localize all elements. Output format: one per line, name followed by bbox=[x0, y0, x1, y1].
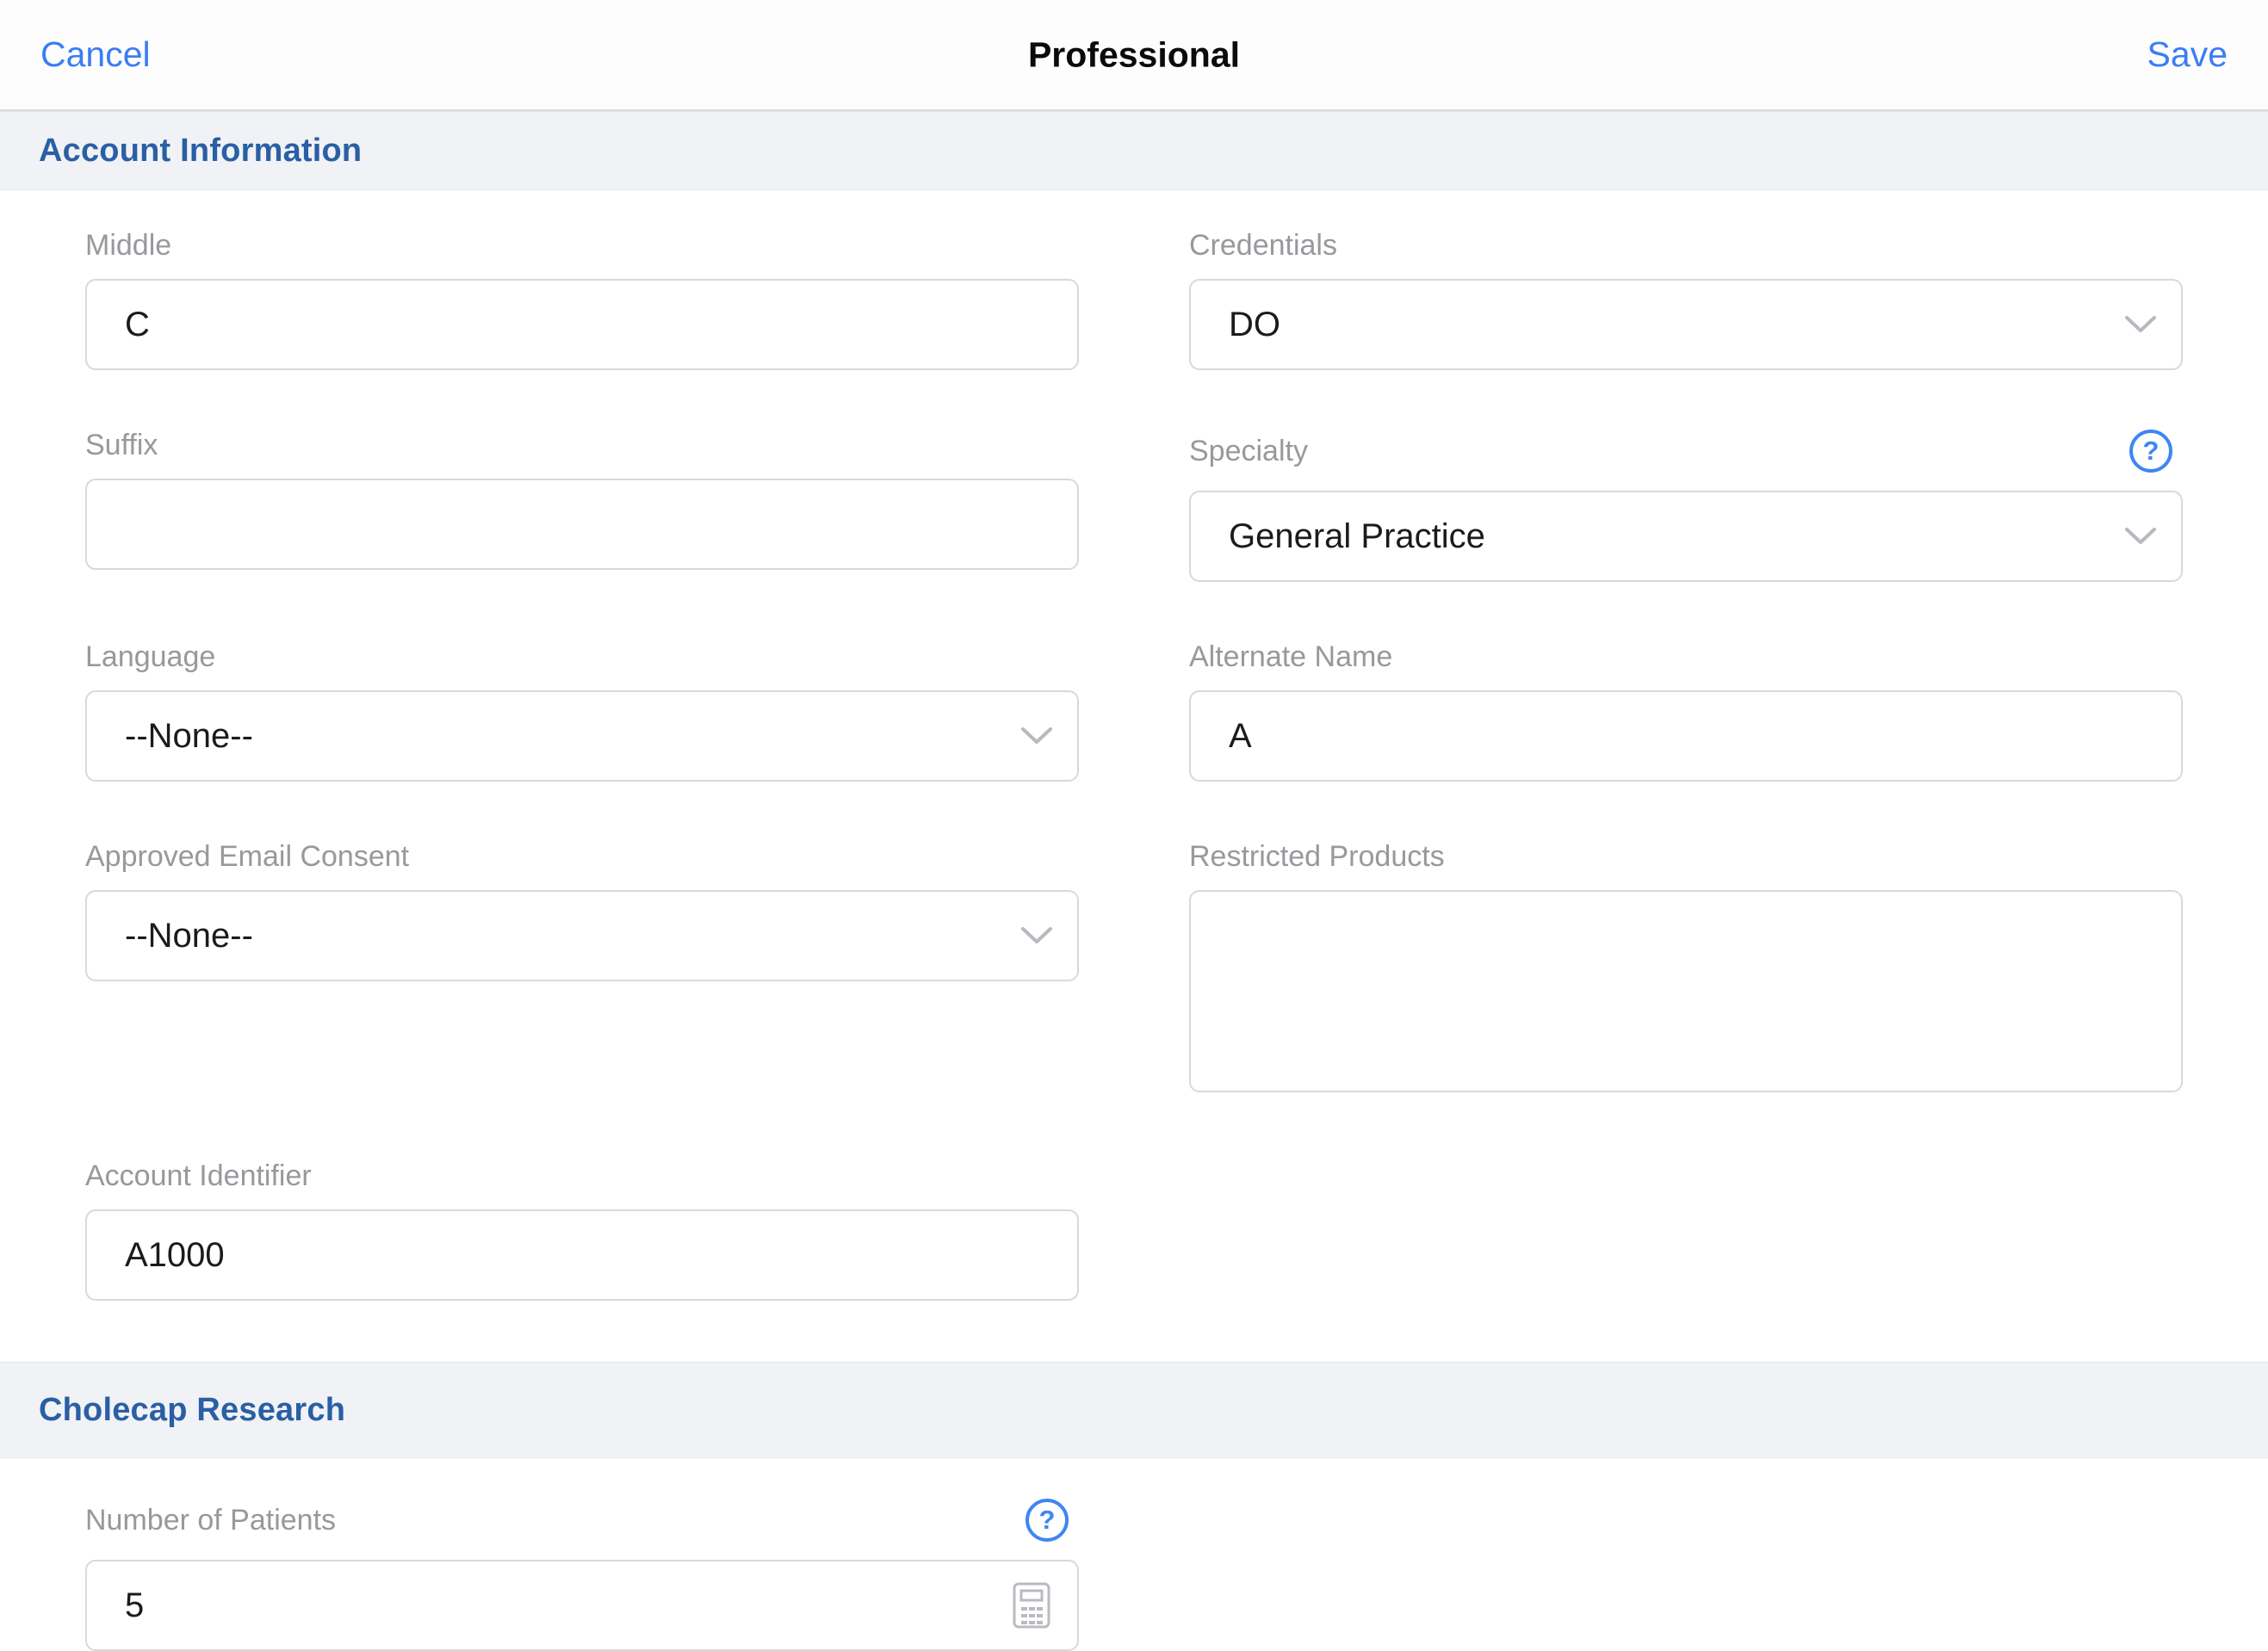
form-row-5: Account Identifier bbox=[0, 1160, 2268, 1301]
field-alternate-name: Alternate Name bbox=[1189, 641, 2183, 782]
form-row-3: Language --None-- Alternate Name bbox=[0, 641, 2268, 782]
account-identifier-input[interactable] bbox=[85, 1209, 1079, 1301]
alternate-name-input[interactable] bbox=[1189, 690, 2183, 782]
navbar: Cancel Professional Save bbox=[0, 0, 2268, 111]
field-account-identifier: Account Identifier bbox=[85, 1160, 1079, 1301]
specialty-value: General Practice bbox=[1229, 517, 1485, 556]
field-credentials: Credentials DO bbox=[1189, 230, 2183, 370]
credentials-select[interactable]: DO bbox=[1189, 279, 2183, 370]
field-approved-email-consent: Approved Email Consent --None-- bbox=[85, 841, 1079, 981]
suffix-label: Suffix bbox=[85, 430, 158, 461]
form-row-4: Approved Email Consent --None-- Restrict… bbox=[0, 841, 2268, 1097]
section-title: Account Information bbox=[39, 133, 362, 170]
account-identifier-label: Account Identifier bbox=[85, 1160, 312, 1191]
number-of-patients-input[interactable] bbox=[85, 1560, 1079, 1651]
page-title: Professional bbox=[1028, 34, 1240, 75]
form-row-2: Suffix Specialty ? General Practice bbox=[0, 430, 2268, 582]
form-row-1: Middle Credentials DO bbox=[0, 230, 2268, 370]
approved-email-consent-label: Approved Email Consent bbox=[85, 841, 409, 872]
credentials-value: DO bbox=[1229, 306, 1280, 344]
specialty-select[interactable]: General Practice bbox=[1189, 491, 2183, 582]
field-number-of-patients: Number of Patients ? bbox=[85, 1499, 1079, 1651]
approved-email-consent-select[interactable]: --None-- bbox=[85, 890, 1079, 981]
approved-email-consent-value: --None-- bbox=[125, 917, 253, 955]
alternate-name-label: Alternate Name bbox=[1189, 641, 1392, 672]
specialty-label: Specialty bbox=[1189, 436, 1308, 467]
patients-help-icon[interactable]: ? bbox=[1026, 1499, 1069, 1542]
field-restricted-products: Restricted Products bbox=[1189, 841, 2183, 1097]
chevron-down-icon bbox=[1020, 727, 1053, 745]
field-middle: Middle bbox=[85, 230, 1079, 370]
chevron-down-icon bbox=[1020, 926, 1053, 945]
section-header-cholecap-research: Cholecap Research bbox=[0, 1362, 2268, 1458]
language-value: --None-- bbox=[125, 717, 253, 756]
save-button[interactable]: Save bbox=[2147, 34, 2228, 75]
suffix-input[interactable] bbox=[85, 479, 1079, 570]
section-header-account-information: Account Information bbox=[0, 111, 2268, 190]
restricted-products-textarea[interactable] bbox=[1189, 890, 2183, 1092]
specialty-help-icon[interactable]: ? bbox=[2129, 430, 2172, 473]
form-row-6: Number of Patients ? bbox=[0, 1499, 2268, 1651]
language-select[interactable]: --None-- bbox=[85, 690, 1079, 782]
field-specialty: Specialty ? General Practice bbox=[1189, 430, 2183, 582]
restricted-products-label: Restricted Products bbox=[1189, 841, 1445, 872]
chevron-down-icon bbox=[2124, 315, 2157, 334]
number-of-patients-label: Number of Patients bbox=[85, 1505, 336, 1536]
language-label: Language bbox=[85, 641, 215, 672]
field-language: Language --None-- bbox=[85, 641, 1079, 782]
cancel-button[interactable]: Cancel bbox=[40, 34, 151, 75]
chevron-down-icon bbox=[2124, 527, 2157, 546]
calculator-icon[interactable] bbox=[1012, 1581, 1051, 1629]
credentials-label: Credentials bbox=[1189, 230, 1337, 261]
middle-input[interactable] bbox=[85, 279, 1079, 370]
section-title: Cholecap Research bbox=[39, 1392, 345, 1429]
field-suffix: Suffix bbox=[85, 430, 1079, 570]
middle-label: Middle bbox=[85, 230, 171, 261]
